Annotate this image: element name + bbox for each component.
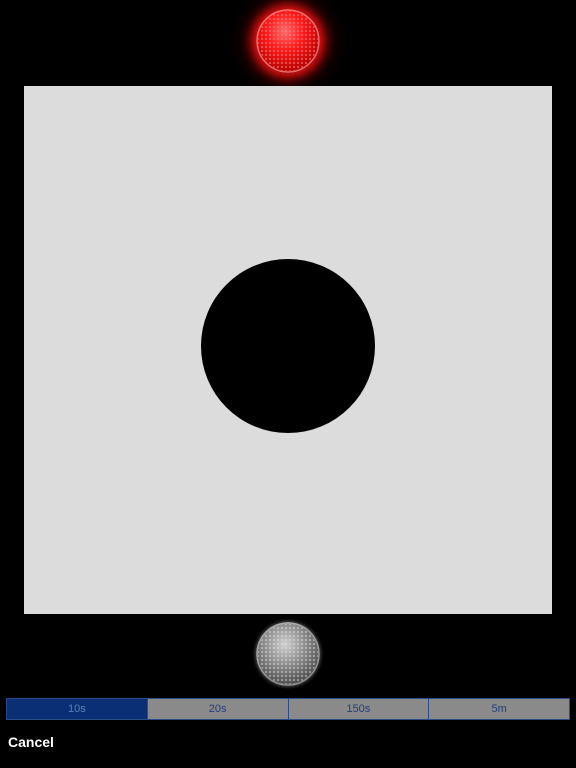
- test-canvas[interactable]: [24, 86, 552, 614]
- cancel-button[interactable]: Cancel: [8, 734, 54, 750]
- duration-option-10s[interactable]: 10s: [7, 699, 147, 719]
- app-screen: 10s 20s 150s 5m Cancel: [0, 0, 576, 768]
- gray-light-icon: [256, 622, 320, 686]
- duration-option-150s[interactable]: 150s: [287, 699, 429, 719]
- red-light-icon: [256, 9, 320, 73]
- duration-segmented-control: 10s 20s 150s 5m: [6, 698, 570, 720]
- target-circle: [201, 259, 375, 433]
- duration-option-5m[interactable]: 5m: [428, 699, 569, 719]
- duration-option-20s[interactable]: 20s: [146, 699, 288, 719]
